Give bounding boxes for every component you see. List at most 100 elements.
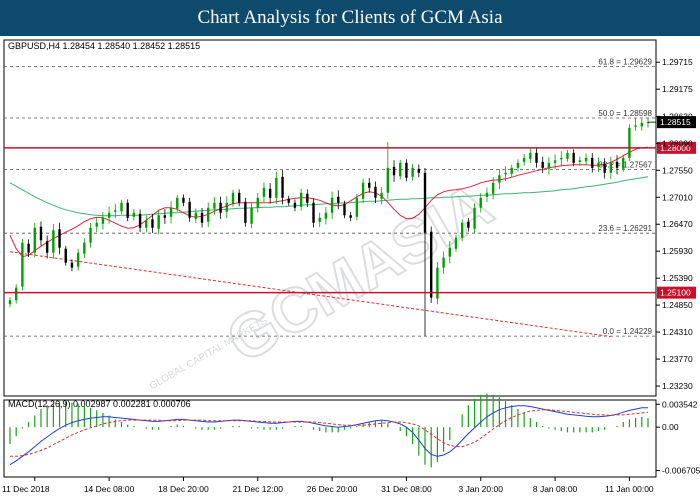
candle <box>250 203 253 229</box>
candle <box>219 196 222 219</box>
candle <box>392 160 396 182</box>
candle-body <box>293 202 297 208</box>
candle-body <box>510 167 513 174</box>
candle-body <box>454 237 458 249</box>
candle <box>330 191 334 219</box>
candle <box>498 169 501 189</box>
candle-body <box>132 212 136 217</box>
candle <box>560 151 563 166</box>
time-tick-label: 11 Jan 00:00 <box>605 484 654 494</box>
candle-body <box>250 207 253 224</box>
candle-body <box>609 162 613 173</box>
candle-body <box>615 161 619 168</box>
candle <box>380 187 383 205</box>
candle <box>39 221 43 246</box>
candle-body <box>21 242 24 287</box>
candle-body <box>448 247 451 257</box>
candle <box>374 181 377 204</box>
candle-body <box>275 177 278 198</box>
candle <box>584 153 588 166</box>
time-tick-label: 8 Jan 08:00 <box>533 484 578 494</box>
candle <box>324 207 328 225</box>
candle <box>312 197 315 228</box>
candle-body <box>368 182 371 188</box>
candle-body <box>504 172 507 175</box>
candle-body <box>213 202 216 209</box>
candle <box>83 238 86 259</box>
candle-body <box>207 207 210 222</box>
candle <box>634 117 637 131</box>
candle-body <box>337 196 340 203</box>
candle-body <box>64 248 67 263</box>
price-tick-label: 1.28090 <box>662 138 693 148</box>
candle-body <box>553 160 557 163</box>
candle <box>343 200 346 219</box>
candle-body <box>324 212 328 219</box>
candle-body <box>392 166 396 176</box>
candle-body <box>8 300 12 305</box>
candle-body <box>442 257 445 268</box>
fib-level-label: 0.0 = 1.24229 <box>603 327 653 336</box>
macd-tick-label: 0.00 <box>662 422 679 432</box>
candle <box>275 171 278 204</box>
price-tick-label: 1.25390 <box>662 273 693 283</box>
candle-body <box>145 220 148 228</box>
candle-body <box>516 162 520 168</box>
candle <box>64 245 67 266</box>
time-tick-label: 31 Dec 08:00 <box>381 484 432 494</box>
candle-body <box>188 201 191 218</box>
candle <box>299 188 303 211</box>
candle <box>640 118 644 131</box>
candle <box>14 284 18 304</box>
candle <box>541 156 544 174</box>
candle-body <box>101 217 105 224</box>
candle <box>145 215 148 233</box>
price-tick-label: 1.27550 <box>662 165 693 175</box>
candle-body <box>176 197 179 209</box>
candle <box>151 214 154 233</box>
candle-body <box>14 287 18 301</box>
candle <box>287 195 290 206</box>
candle-body <box>405 162 408 178</box>
macd-panel-frame <box>3 399 657 478</box>
candle-body <box>27 243 30 253</box>
candle-body <box>491 182 495 194</box>
candle-body <box>460 222 464 238</box>
fib-level-label: 50.0 = 1.28598 <box>598 109 652 118</box>
candle-body <box>473 207 476 229</box>
candle <box>349 211 352 222</box>
candle-body <box>361 182 365 199</box>
candle <box>45 235 49 259</box>
price-tick-label: 1.29715 <box>662 57 693 67</box>
candle-body <box>318 217 321 222</box>
candle-body <box>541 161 544 168</box>
candle-body <box>169 207 173 217</box>
candle-body <box>330 197 334 213</box>
candle-body <box>225 202 228 212</box>
candle-body <box>423 172 427 233</box>
candle-body <box>603 163 606 173</box>
candle-body <box>256 197 259 208</box>
candle <box>615 155 619 175</box>
candle-body <box>436 267 439 299</box>
price-tick-label: 1.26470 <box>662 219 693 229</box>
candle-body <box>70 262 74 268</box>
candle-body <box>200 212 204 223</box>
candle-body <box>268 188 272 198</box>
candle <box>361 178 365 204</box>
candle-body <box>343 203 346 216</box>
candle-body <box>417 168 421 173</box>
candle-body <box>355 197 359 217</box>
candle <box>163 209 167 224</box>
candle-body <box>52 230 55 253</box>
candle <box>89 222 92 248</box>
candle-body <box>58 229 61 248</box>
candle <box>225 196 228 219</box>
candle <box>405 159 408 182</box>
candle-body <box>386 167 390 193</box>
candle <box>355 193 359 221</box>
candle-body <box>591 157 594 168</box>
candle-body <box>231 192 235 204</box>
candle-body <box>467 221 470 228</box>
candle <box>101 212 105 230</box>
